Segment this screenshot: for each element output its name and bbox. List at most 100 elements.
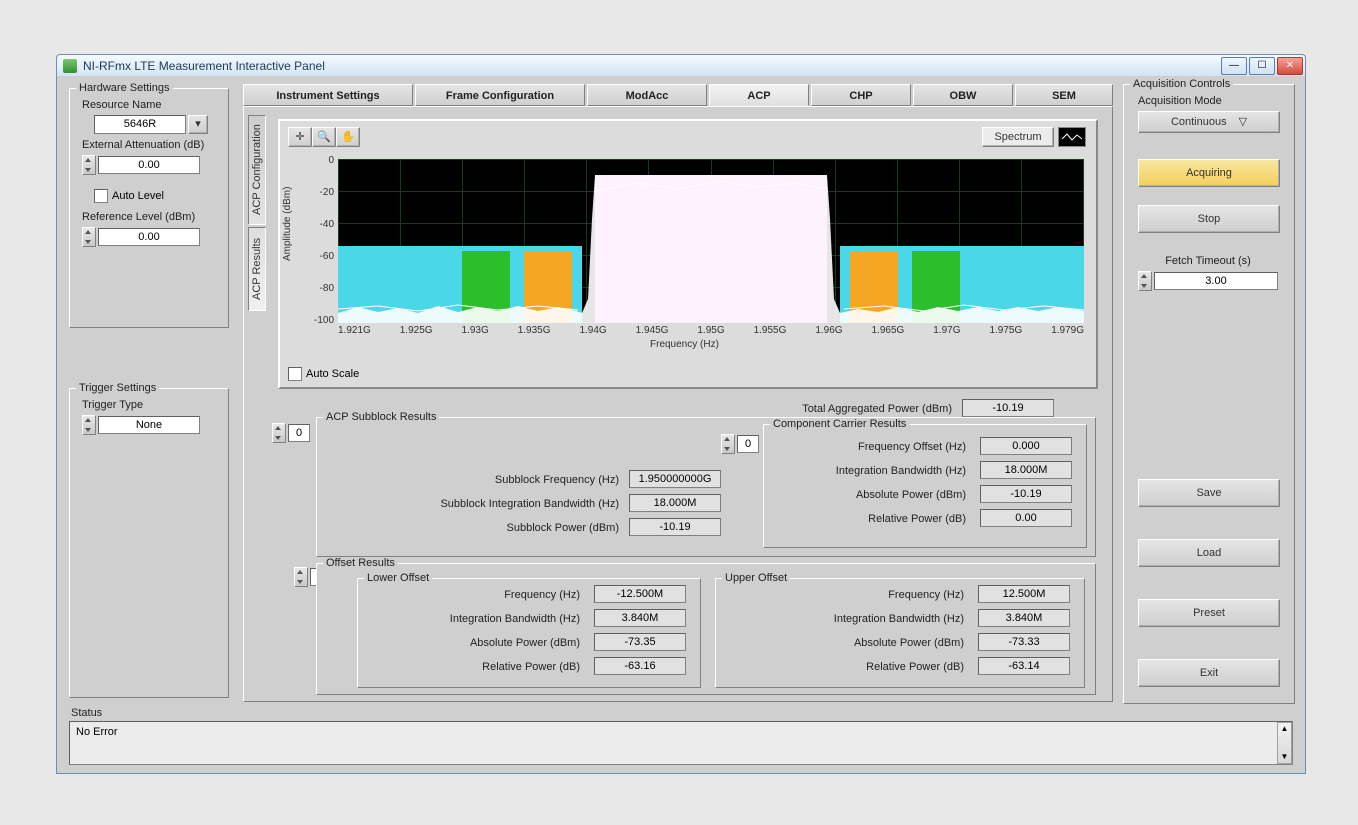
subblock-results-caption: ACP Subblock Results [323,411,439,423]
fetch-timeout-field[interactable]: 3.00 [1154,272,1278,290]
resource-name-label: Resource Name [82,99,161,111]
tab-instrument-settings[interactable]: Instrument Settings [243,84,413,106]
vtab-acp-results[interactable]: ACP Results [248,227,266,311]
subblock-freq-value: 1.950000000G [629,470,721,488]
offset-results-group: Offset Results Lower Offset Frequency (H… [316,563,1096,695]
trigger-settings-caption: Trigger Settings [76,382,159,394]
upper-rel-label: Relative Power (dB) [866,661,964,673]
acquisition-mode-selector[interactable]: Continuous ▽ [1138,111,1280,133]
lower-freq-label: Frequency (Hz) [504,589,580,601]
vtab-acp-configuration[interactable]: ACP Configuration [248,115,266,225]
ext-atten-spinner[interactable] [82,155,96,175]
tab-modacc[interactable]: ModAcc [587,84,707,106]
tab-chp[interactable]: CHP [811,84,911,106]
xtick-3: 1.935G [518,325,551,336]
preset-button[interactable]: Preset [1138,599,1280,627]
chevron-down-icon: ▽ [1239,112,1247,132]
trigger-settings-group: Trigger Settings Trigger Type None [69,388,229,698]
window-close-button[interactable]: ✕ [1277,57,1303,75]
scroll-down-icon: ▼ [1281,751,1289,763]
stop-button[interactable]: Stop [1138,205,1280,233]
carrier-freq-off-label: Frequency Offset (Hz) [858,441,966,453]
ref-level-label: Reference Level (dBm) [82,211,195,223]
load-button[interactable]: Load [1138,539,1280,567]
ref-level-spinner[interactable] [82,227,96,247]
save-button[interactable]: Save [1138,479,1280,507]
status-box: No Error ▲ ▼ [69,721,1293,765]
lower-abs-value: -73.35 [594,633,686,651]
carrier-results-caption: Component Carrier Results [770,418,909,430]
lower-freq-value: -12.500M [594,585,686,603]
subblock-results-group: ACP Subblock Results Subblock Frequency … [316,417,1096,557]
offset-index-spinner[interactable] [294,567,308,587]
auto-level-checkbox[interactable]: Auto Level [94,189,164,203]
window-maximize-button[interactable]: ☐ [1249,57,1275,75]
ext-atten-label: External Attenuation (dB) [82,139,204,151]
spectrum-trace [338,159,1084,323]
scroll-up-icon: ▲ [1281,723,1289,735]
subblock-power-value: -10.19 [629,518,721,536]
plot-tool-zoom-icon[interactable]: 🔍 [312,127,336,147]
plot-tool-crosshair-icon[interactable]: ✛ [288,127,312,147]
ref-level-field[interactable]: 0.00 [98,228,200,246]
subblock-freq-label: Subblock Frequency (Hz) [495,474,619,486]
acquiring-button[interactable]: Acquiring [1138,159,1280,187]
total-agg-power-value: -10.19 [962,399,1054,417]
xtick-2: 1.93G [462,325,489,336]
subblock-ibw-label: Subblock Integration Bandwidth (Hz) [440,498,619,510]
auto-level-label: Auto Level [112,190,164,202]
ytick-1: -20 [310,187,334,198]
upper-abs-label: Absolute Power (dBm) [854,637,964,649]
ytick-3: -60 [310,251,334,262]
spectrum-plot[interactable] [338,159,1084,323]
subblock-index-field[interactable]: 0 [288,424,310,442]
tab-sem[interactable]: SEM [1015,84,1113,106]
carrier-rel-power-label: Relative Power (dB) [868,513,966,525]
lower-offset-group: Lower Offset Frequency (Hz) -12.500M Int… [357,578,701,688]
offset-results-caption: Offset Results [323,557,398,569]
window-minimize-button[interactable]: — [1221,57,1247,75]
upper-ibw-value: 3.840M [978,609,1070,627]
upper-offset-caption: Upper Offset [722,572,790,584]
upper-rel-value: -63.14 [978,657,1070,675]
plot-mode-selector[interactable]: Spectrum [982,127,1054,147]
app-icon [63,59,77,73]
window-titlebar: NI-RFmx LTE Measurement Interactive Pane… [56,54,1306,76]
upper-freq-value: 12.500M [978,585,1070,603]
carrier-freq-off-value: 0.000 [980,437,1072,455]
upper-offset-group: Upper Offset Frequency (Hz) 12.500M Inte… [715,578,1085,688]
upper-freq-label: Frequency (Hz) [888,589,964,601]
tab-frame-config[interactable]: Frame Configuration [415,84,585,106]
exit-button[interactable]: Exit [1138,659,1280,687]
trigger-type-field[interactable]: None [98,416,200,434]
plot-legend-swatch [1058,127,1086,147]
resource-name-dropdown-button[interactable]: ▾ [188,115,208,134]
xtick-7: 1.955G [754,325,787,336]
xtick-6: 1.95G [697,325,724,336]
hardware-settings-group: Hardware Settings Resource Name 5646R ▾ … [69,88,229,328]
resource-name-field[interactable]: 5646R [94,115,186,134]
ext-atten-field[interactable]: 0.00 [98,156,200,174]
tab-obw[interactable]: OBW [913,84,1013,106]
checkbox-icon [94,189,108,203]
upper-ibw-label: Integration Bandwidth (Hz) [834,613,964,625]
status-scrollbar[interactable]: ▲ ▼ [1277,722,1292,764]
subblock-index-spinner[interactable] [272,423,286,443]
lower-ibw-value: 3.840M [594,609,686,627]
acquisition-mode-value: Continuous [1171,112,1227,132]
carrier-rel-power-value: 0.00 [980,509,1072,527]
tab-acp[interactable]: ACP [709,84,809,106]
plot-tool-pan-icon[interactable]: ✋ [336,127,360,147]
lower-rel-label: Relative Power (dB) [482,661,580,673]
carrier-index-field[interactable]: 0 [737,435,759,453]
main-tabstrip: Instrument Settings Frame Configuration … [243,84,1113,108]
lower-abs-label: Absolute Power (dBm) [470,637,580,649]
fetch-timeout-spinner[interactable] [1138,271,1152,291]
ytick-4: -80 [310,283,334,294]
trigger-type-spinner[interactable] [82,415,96,435]
auto-scale-label: Auto Scale [306,368,359,380]
xtick-8: 1.96G [815,325,842,336]
ytick-5: -100 [306,315,334,326]
auto-scale-checkbox[interactable]: Auto Scale [288,367,359,381]
carrier-index-spinner[interactable] [721,434,735,454]
